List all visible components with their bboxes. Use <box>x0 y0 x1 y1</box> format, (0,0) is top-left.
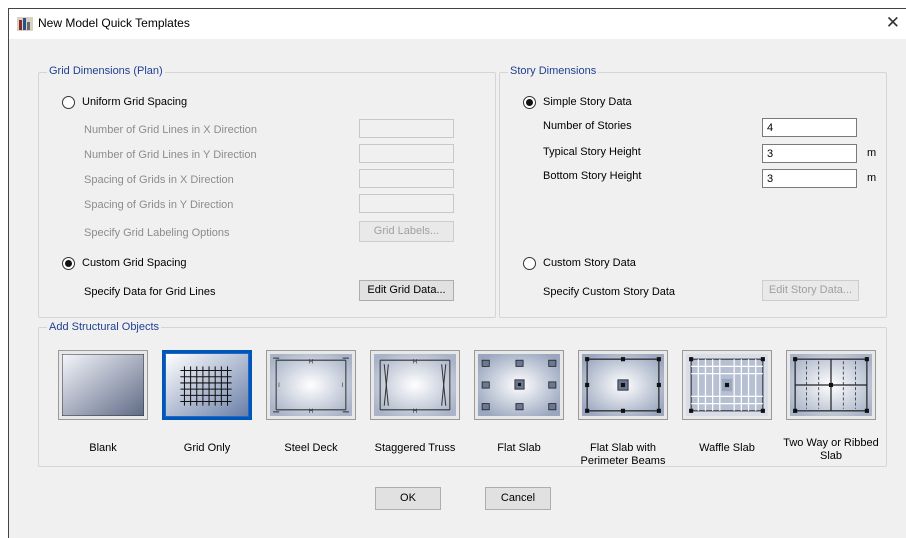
simple-story-label: Simple Story Data <box>543 96 632 108</box>
num-stories-label: Number of Stories <box>543 120 632 132</box>
template-label-steel-deck: Steel Deck <box>284 442 338 454</box>
svg-text:I: I <box>342 382 344 389</box>
title-bar: New Model Quick Templates ✕ <box>9 9 906 39</box>
svg-text:H: H <box>413 358 417 365</box>
template-grid-only[interactable] <box>162 350 252 420</box>
grid-dimensions-title: Grid Dimensions (Plan) <box>47 65 165 77</box>
template-label-blank: Blank <box>89 442 117 454</box>
custom-story-radio[interactable] <box>523 257 536 270</box>
custom-grid-radio[interactable] <box>62 257 75 270</box>
grid-lines-data-label: Specify Data for Grid Lines <box>84 286 216 298</box>
template-label-waffle-slab: Waffle Slab <box>699 442 755 454</box>
ribbed-slab-template-icon <box>790 354 872 416</box>
svg-text:I: I <box>278 382 280 389</box>
template-ribbed-slab[interactable] <box>786 350 876 420</box>
template-label-staggered-truss: Staggered Truss <box>374 442 456 454</box>
typical-height-label: Typical Story Height <box>543 146 641 158</box>
flat-slab-template-icon <box>478 354 560 416</box>
template-waffle-slab[interactable] <box>682 350 772 420</box>
svg-text:H: H <box>413 408 417 415</box>
num-stories-field[interactable] <box>762 118 857 137</box>
bottom-height-unit: m <box>867 172 877 184</box>
template-flat-slab-perimeter[interactable] <box>578 350 668 420</box>
bottom-height-field[interactable] <box>762 169 857 188</box>
spacing-x-label: Spacing of Grids in X Direction <box>84 174 234 186</box>
uniform-grid-label: Uniform Grid Spacing <box>82 96 188 108</box>
svg-text:H: H <box>309 358 313 365</box>
staggered-truss-template-icon: H H <box>374 354 456 416</box>
typical-height-field[interactable] <box>762 144 857 163</box>
close-icon[interactable]: ✕ <box>886 13 900 33</box>
lines-y-label: Number of Grid Lines in Y Direction <box>84 149 257 161</box>
grid-only-template-icon <box>166 354 248 416</box>
waffle-slab-template-icon <box>686 354 768 416</box>
typical-height-unit: m <box>867 147 877 159</box>
custom-story-data-label: Specify Custom Story Data <box>543 286 676 298</box>
story-dimensions-title: Story Dimensions <box>508 65 599 77</box>
ok-button[interactable]: OK <box>375 487 441 510</box>
svg-text:H: H <box>309 408 313 415</box>
template-steel-deck[interactable]: H H I I <box>266 350 356 420</box>
grid-labeling-label: Specify Grid Labeling Options <box>84 227 230 239</box>
spacing-y-label: Spacing of Grids in Y Direction <box>84 199 234 211</box>
grid-dimensions-group: Grid Dimensions (Plan) Uniform Grid Spac… <box>38 65 496 318</box>
grid-labels-button[interactable]: Grid Labels... <box>359 221 454 242</box>
template-blank[interactable] <box>58 350 148 420</box>
template-staggered-truss[interactable]: H H <box>370 350 460 420</box>
dialog-window: New Model Quick Templates ✕ Grid Dimensi… <box>8 8 906 538</box>
spacing-y-field[interactable] <box>359 194 454 213</box>
structural-objects-group: Add Structural Objects Blank Grid Only H… <box>38 321 887 467</box>
custom-story-label: Custom Story Data <box>543 257 636 269</box>
steel-deck-template-icon: H H I I <box>270 354 352 416</box>
flat-slab-perimeter-template-icon <box>582 354 664 416</box>
structural-objects-title: Add Structural Objects <box>47 321 162 333</box>
template-label-grid-only: Grid Only <box>183 442 231 454</box>
blank-template-icon <box>62 354 144 416</box>
custom-grid-label: Custom Grid Spacing <box>82 257 187 269</box>
edit-grid-data-button[interactable]: Edit Grid Data... <box>359 280 454 301</box>
spacing-x-field[interactable] <box>359 169 454 188</box>
edit-story-data-button[interactable]: Edit Story Data... <box>762 280 859 301</box>
app-icon <box>17 17 33 31</box>
cancel-button[interactable]: Cancel <box>485 487 551 510</box>
template-label-flat-slab: Flat Slab <box>497 442 541 454</box>
bottom-height-label: Bottom Story Height <box>543 170 642 182</box>
template-label-flat-slab-perimeter: Flat Slab with Perimeter Beams <box>580 442 666 467</box>
template-label-ribbed-slab: Two Way or Ribbed Slab <box>783 437 879 462</box>
lines-x-field[interactable] <box>359 119 454 138</box>
simple-story-radio[interactable] <box>523 96 536 109</box>
template-flat-slab[interactable] <box>474 350 564 420</box>
story-dimensions-group: Story Dimensions Simple Story Data Numbe… <box>499 65 887 318</box>
lines-x-label: Number of Grid Lines in X Direction <box>84 124 258 136</box>
window-title: New Model Quick Templates <box>38 16 190 30</box>
lines-y-field[interactable] <box>359 144 454 163</box>
uniform-grid-radio[interactable] <box>62 96 75 109</box>
